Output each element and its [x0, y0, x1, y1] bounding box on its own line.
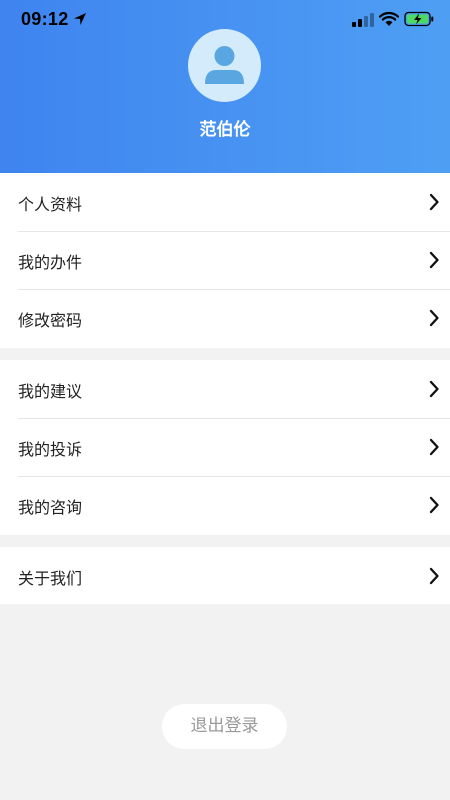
- menu-item-label: 我的建议: [18, 382, 83, 401]
- menu-item-label: 我的办件: [18, 253, 83, 272]
- menu-item-label: 我的投诉: [18, 440, 83, 459]
- menu-item-personal-info[interactable]: 个人资料: [0, 173, 450, 231]
- menu-item-my-inquiries[interactable]: 我的咨询: [0, 476, 450, 534]
- logout-button[interactable]: 退出登录: [162, 704, 287, 749]
- status-time: 09:12: [21, 9, 69, 29]
- menu-item-about-us[interactable]: 关于我们: [0, 547, 450, 605]
- avatar[interactable]: [188, 29, 261, 102]
- chevron-right-icon: [428, 309, 440, 327]
- battery-charging-icon: [404, 11, 434, 27]
- chevron-right-icon: [428, 380, 440, 398]
- chevron-right-icon: [428, 438, 440, 456]
- menu-group-feedback: 我的建议 我的投诉 我的咨询: [0, 360, 450, 535]
- cellular-signal-icon: [352, 12, 374, 27]
- profile-name: 范伯伦: [199, 120, 251, 140]
- menu-item-label: 关于我们: [18, 569, 83, 588]
- wifi-icon: [378, 11, 400, 27]
- menu-group-about: 关于我们: [0, 547, 450, 604]
- menu-item-my-cases[interactable]: 我的办件: [0, 231, 450, 289]
- chevron-right-icon: [428, 567, 440, 585]
- chevron-right-icon: [428, 251, 440, 269]
- menu-item-change-password[interactable]: 修改密码: [0, 289, 450, 347]
- menu-item-my-suggestions[interactable]: 我的建议: [0, 360, 450, 418]
- menu-item-label: 修改密码: [18, 311, 83, 330]
- chevron-right-icon: [428, 193, 440, 211]
- menu-item-label: 我的咨询: [18, 498, 83, 517]
- profile-header: 09:12 范伯伦: [0, 0, 450, 173]
- location-arrow-icon: [72, 11, 88, 27]
- menu-item-label: 个人资料: [18, 195, 83, 214]
- chevron-right-icon: [428, 496, 440, 514]
- menu-item-my-complaints[interactable]: 我的投诉: [0, 418, 450, 476]
- menu-group-account: 个人资料 我的办件 修改密码: [0, 173, 450, 348]
